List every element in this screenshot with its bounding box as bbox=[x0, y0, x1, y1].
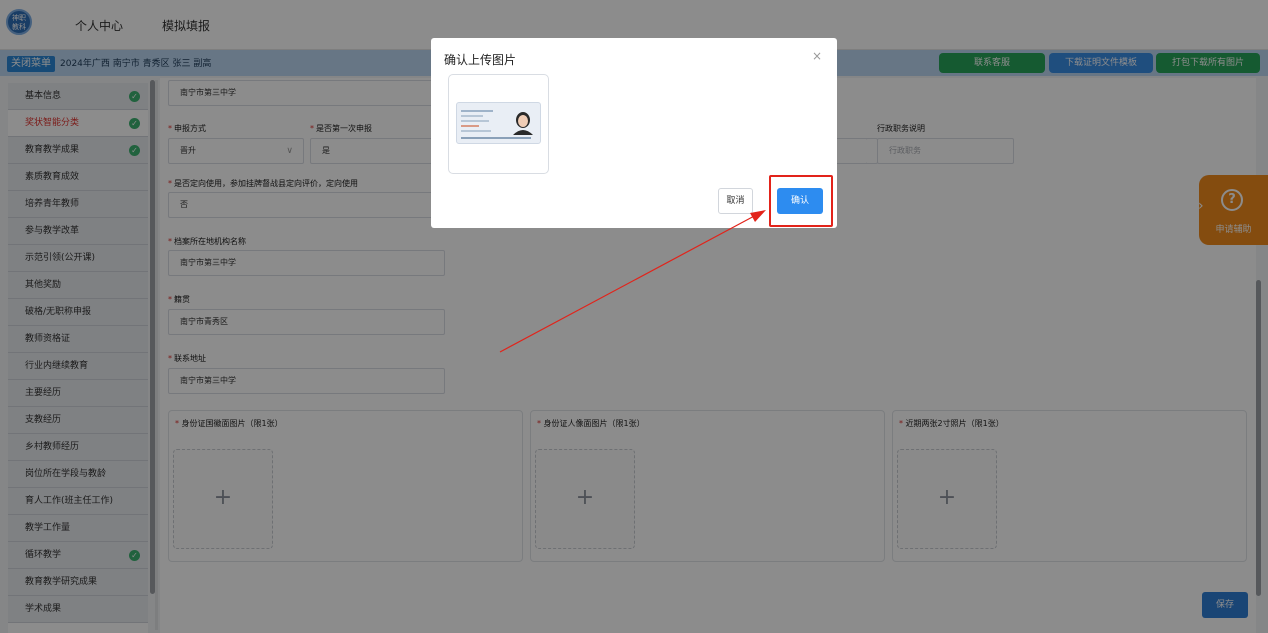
annotation-arrow bbox=[499, 210, 766, 353]
app-window: 神职 教科 个人中心 模拟填报 关闭菜单 2024年广西 南宁市 青秀区 张三 … bbox=[0, 0, 1268, 633]
